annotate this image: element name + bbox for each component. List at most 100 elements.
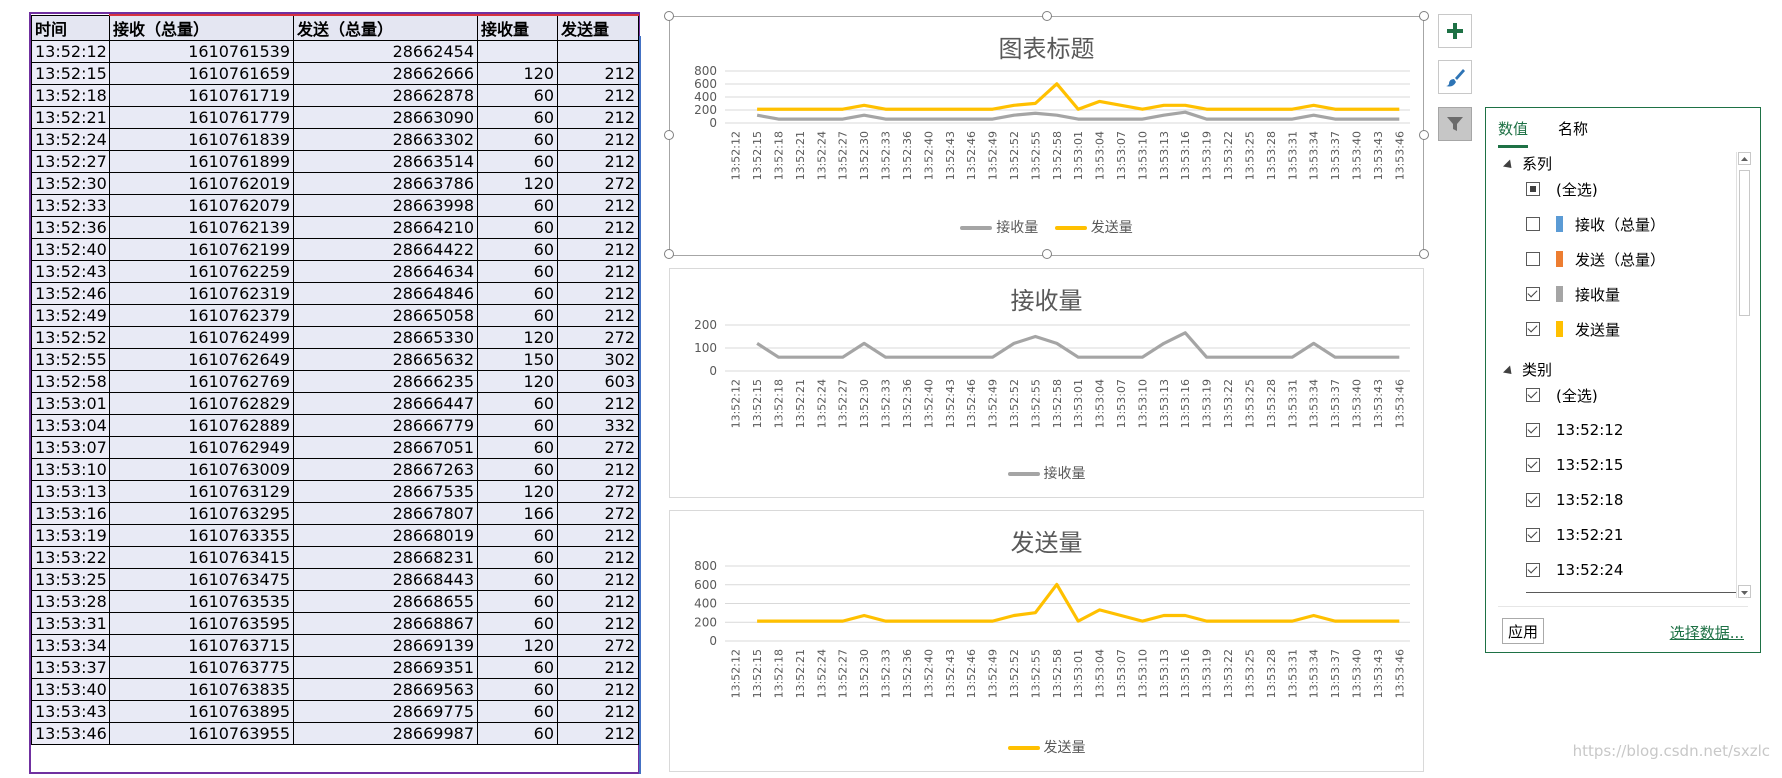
table-cell[interactable]: 13:52:46 bbox=[31, 282, 110, 305]
series-item-recv[interactable]: 接收量 bbox=[1526, 283, 1620, 305]
table-cell[interactable]: 28664846 bbox=[293, 282, 478, 305]
table-cell[interactable]: 13:53:46 bbox=[31, 722, 110, 745]
table-cell[interactable]: 13:53:04 bbox=[31, 414, 110, 437]
table-cell[interactable]: 1610761779 bbox=[109, 106, 294, 129]
table-cell[interactable]: 13:53:19 bbox=[31, 524, 110, 547]
table-cell[interactable]: 272 bbox=[557, 172, 639, 195]
checkbox-icon[interactable] bbox=[1526, 563, 1540, 577]
table-cell[interactable]: 212 bbox=[557, 722, 639, 745]
table-cell[interactable]: 13:52:30 bbox=[31, 172, 110, 195]
table-cell[interactable]: 212 bbox=[557, 568, 639, 591]
table-cell[interactable]: 1610762139 bbox=[109, 216, 294, 239]
table-cell[interactable]: 28668231 bbox=[293, 546, 478, 569]
category-item[interactable]: 13:52:15 bbox=[1526, 454, 1623, 476]
scroll-up-arrow-icon[interactable] bbox=[1738, 152, 1751, 165]
collapse-triangle-icon[interactable] bbox=[1502, 159, 1516, 172]
table-cell[interactable]: 13:52:58 bbox=[31, 370, 110, 393]
table-cell[interactable]: 13:52:27 bbox=[31, 150, 110, 173]
scroll-thumb[interactable] bbox=[1739, 170, 1750, 316]
table-cell[interactable]: 13:52:43 bbox=[31, 260, 110, 283]
table-cell[interactable]: 212 bbox=[557, 150, 639, 173]
chart-filters-button[interactable] bbox=[1438, 107, 1472, 141]
table-cell[interactable]: 1610761539 bbox=[109, 40, 294, 63]
series-select-all[interactable]: (全选) bbox=[1526, 178, 1598, 200]
table-cell[interactable]: 212 bbox=[557, 194, 639, 217]
table-cell[interactable]: 28669775 bbox=[293, 700, 478, 723]
table-cell[interactable]: 28663302 bbox=[293, 128, 478, 151]
series-group-header[interactable]: 系列 bbox=[1502, 153, 1552, 174]
table-cell[interactable]: 60 bbox=[477, 590, 558, 613]
resize-handle-ml[interactable] bbox=[664, 130, 674, 140]
table-cell[interactable]: 60 bbox=[477, 128, 558, 151]
table-cell[interactable]: 60 bbox=[477, 414, 558, 437]
table-cell[interactable]: 28664422 bbox=[293, 238, 478, 261]
category-item[interactable]: 13:52:21 bbox=[1526, 524, 1623, 546]
table-cell[interactable]: 28662454 bbox=[293, 40, 478, 63]
table-cell[interactable]: 1610762319 bbox=[109, 282, 294, 305]
table-cell[interactable]: 1610762019 bbox=[109, 172, 294, 195]
table-cell[interactable]: 13:52:49 bbox=[31, 304, 110, 327]
table-cell[interactable]: 60 bbox=[477, 678, 558, 701]
table-cell[interactable]: 28662878 bbox=[293, 84, 478, 107]
checkbox-icon[interactable] bbox=[1526, 528, 1540, 542]
table-cell[interactable]: 212 bbox=[557, 260, 639, 283]
header-recv-total[interactable]: 接收（总量） bbox=[109, 14, 294, 41]
series-line-recv[interactable] bbox=[756, 110, 1400, 121]
series-item-send[interactable]: 发送量 bbox=[1526, 318, 1620, 340]
table-cell[interactable]: 28663786 bbox=[293, 172, 478, 195]
checkbox-icon[interactable] bbox=[1526, 458, 1540, 472]
resize-handle-mr[interactable] bbox=[1419, 130, 1429, 140]
checkbox-icon[interactable] bbox=[1526, 217, 1540, 231]
header-time[interactable]: 时间 bbox=[31, 14, 110, 41]
tab-names[interactable]: 名称 bbox=[1558, 118, 1588, 139]
table-cell[interactable]: 28662666 bbox=[293, 62, 478, 85]
table-cell[interactable]: 272 bbox=[557, 480, 639, 503]
resize-handle-tl[interactable] bbox=[664, 11, 674, 21]
chart-send[interactable]: 发送量 0 200 400 600 800 13:52:12 13:52:15 13:52:1… bbox=[669, 510, 1424, 772]
category-group-header[interactable]: 类别 bbox=[1502, 359, 1552, 380]
table-cell[interactable]: 60 bbox=[477, 106, 558, 129]
table-cell[interactable]: 13:52:52 bbox=[31, 326, 110, 349]
header-send[interactable]: 发送量 bbox=[557, 14, 639, 41]
table-cell[interactable]: 1610763355 bbox=[109, 524, 294, 547]
table-cell[interactable]: 120 bbox=[477, 326, 558, 349]
table-cell[interactable]: 13:53:22 bbox=[31, 546, 110, 569]
table-cell[interactable]: 272 bbox=[557, 326, 639, 349]
table-cell[interactable]: 60 bbox=[477, 436, 558, 459]
table-cell[interactable]: 28667535 bbox=[293, 480, 478, 503]
table-cell[interactable]: 1610763535 bbox=[109, 590, 294, 613]
series-item-recv-total[interactable]: 接收（总量） bbox=[1526, 213, 1665, 235]
table-cell[interactable]: 603 bbox=[557, 370, 639, 393]
table-cell[interactable]: 120 bbox=[477, 480, 558, 503]
resize-handle-bl[interactable] bbox=[664, 249, 674, 259]
checkbox-icon[interactable] bbox=[1526, 388, 1540, 402]
table-cell[interactable]: 28669987 bbox=[293, 722, 478, 745]
table-cell[interactable]: 13:53:34 bbox=[31, 634, 110, 657]
chart-legend[interactable]: 接收量 发送量 bbox=[670, 217, 1423, 237]
table-cell[interactable]: 272 bbox=[557, 436, 639, 459]
table-cell[interactable]: 212 bbox=[557, 700, 639, 723]
table-cell[interactable]: 28663998 bbox=[293, 194, 478, 217]
resize-handle-tc[interactable] bbox=[1042, 11, 1052, 21]
table-cell[interactable]: 212 bbox=[557, 62, 639, 85]
table-cell[interactable]: 1610762199 bbox=[109, 238, 294, 261]
table-cell[interactable]: 332 bbox=[557, 414, 639, 437]
table-cell[interactable]: 13:53:40 bbox=[31, 678, 110, 701]
table-cell[interactable]: 28665330 bbox=[293, 326, 478, 349]
table-cell[interactable]: 1610762379 bbox=[109, 304, 294, 327]
table-cell[interactable]: 60 bbox=[477, 392, 558, 415]
table-cell[interactable]: 60 bbox=[477, 700, 558, 723]
table-cell[interactable]: 120 bbox=[477, 62, 558, 85]
table-cell[interactable]: 60 bbox=[477, 238, 558, 261]
chart-styles-button[interactable] bbox=[1438, 60, 1472, 94]
table-cell[interactable]: 13:53:10 bbox=[31, 458, 110, 481]
chart-legend[interactable]: 发送量 bbox=[670, 737, 1423, 757]
checkbox-icon[interactable] bbox=[1526, 182, 1540, 196]
table-cell[interactable]: 28663090 bbox=[293, 106, 478, 129]
series-item-send-total[interactable]: 发送（总量） bbox=[1526, 248, 1665, 270]
table-cell[interactable]: 28665632 bbox=[293, 348, 478, 371]
table-cell[interactable]: 28668019 bbox=[293, 524, 478, 547]
table-cell[interactable]: 272 bbox=[557, 502, 639, 525]
collapse-triangle-icon[interactable] bbox=[1502, 365, 1516, 378]
filter-scrollbar[interactable] bbox=[1736, 152, 1752, 598]
